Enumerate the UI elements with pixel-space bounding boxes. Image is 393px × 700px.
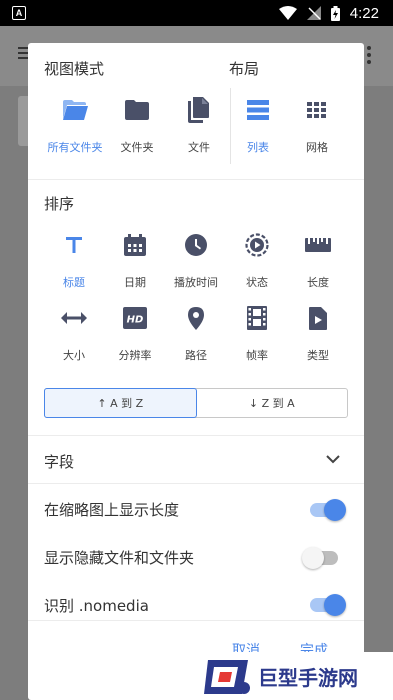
battery-charging-icon xyxy=(330,5,340,21)
show-length-switch[interactable] xyxy=(310,499,346,521)
svg-text:HD: HD xyxy=(127,315,144,326)
sort-by-play-time[interactable]: 播放时间 xyxy=(165,230,227,290)
sort-descending-button[interactable]: ↓ Z 到 A xyxy=(197,389,348,417)
view-mode-title: 视图模式 xyxy=(44,60,105,78)
sort-by-size[interactable]: 大小 xyxy=(43,303,105,363)
sort-label: 标题 xyxy=(63,276,85,289)
view-mode-folders[interactable]: 文件夹 xyxy=(106,95,168,155)
resize-icon xyxy=(61,312,87,324)
folder-open-icon xyxy=(63,100,88,120)
sort-title: 排序 xyxy=(44,195,75,213)
watermark-text: 巨型手游网 xyxy=(258,665,358,690)
folder-icon xyxy=(125,100,149,120)
clock-icon xyxy=(185,234,207,256)
divider xyxy=(28,179,364,180)
ruler-icon xyxy=(305,238,331,252)
divider xyxy=(28,620,364,621)
switch-knob xyxy=(324,594,346,616)
setting-label: 显示隐藏文件和文件夹 xyxy=(44,549,195,567)
nomedia-switch[interactable] xyxy=(310,594,346,616)
switch-knob xyxy=(302,547,324,569)
no-signal-icon xyxy=(306,6,321,20)
sort-by-title[interactable]: 标题 xyxy=(43,230,105,290)
wifi-icon xyxy=(278,6,297,20)
layout-title: 布局 xyxy=(229,60,260,78)
sort-label: 分辨率 xyxy=(118,349,152,362)
chevron-down-icon[interactable] xyxy=(326,455,340,464)
divider xyxy=(28,435,364,436)
fields-row[interactable]: 字段 xyxy=(44,451,344,472)
location-pin-icon xyxy=(188,306,204,330)
title-icon xyxy=(66,237,82,253)
play-status-icon xyxy=(245,233,269,257)
sort-label: 大小 xyxy=(63,349,85,362)
status-bar: A 4:22 xyxy=(0,0,393,26)
sort-label: 长度 xyxy=(307,276,329,289)
sort-by-type[interactable]: 类型 xyxy=(287,303,349,363)
clock-time: 4:22 xyxy=(349,4,379,22)
sort-order-toggle: ↑ A 到 Z ↓ Z 到 A xyxy=(44,388,348,418)
view-mode-label: 文件夹 xyxy=(120,141,154,154)
list-icon xyxy=(247,100,269,120)
watermark: 巨型手游网 xyxy=(200,652,393,700)
switch-knob xyxy=(324,499,346,521)
film-icon xyxy=(247,306,267,330)
app-notification-icon: A xyxy=(12,6,26,20)
sort-by-date[interactable]: 日期 xyxy=(104,230,166,290)
sort-label: 路径 xyxy=(185,349,207,362)
setting-show-hidden: 显示隐藏文件和文件夹 xyxy=(44,547,344,568)
show-hidden-switch[interactable] xyxy=(302,547,338,569)
layout-grid[interactable]: 网格 xyxy=(286,95,348,155)
layout-label: 列表 xyxy=(247,141,269,154)
file-type-icon xyxy=(309,306,327,330)
sort-ascending-button[interactable]: ↑ A 到 Z xyxy=(44,388,197,418)
setting-nomedia: 识别 .nomedia xyxy=(44,595,344,616)
sort-by-resolution[interactable]: HD 分辨率 xyxy=(104,303,166,363)
sort-by-length[interactable]: 长度 xyxy=(287,230,349,290)
view-mode-label: 所有文件夹 xyxy=(47,141,103,154)
view-mode-all-folders[interactable]: 所有文件夹 xyxy=(44,95,106,155)
sort-by-path[interactable]: 路径 xyxy=(165,303,227,363)
sort-label: 类型 xyxy=(307,349,329,362)
layout-list[interactable]: 列表 xyxy=(227,95,289,155)
layout-label: 网格 xyxy=(306,141,328,154)
sort-label: 播放时间 xyxy=(174,276,218,289)
sort-by-frame-rate[interactable]: 帧率 xyxy=(226,303,288,363)
setting-label: 在缩略图上显示长度 xyxy=(44,501,180,519)
divider xyxy=(28,483,364,484)
file-copy-icon xyxy=(188,97,209,123)
menu-icon xyxy=(18,47,28,62)
watermark-logo-icon xyxy=(204,660,250,694)
more-options-icon xyxy=(367,46,371,67)
fields-label: 字段 xyxy=(44,453,75,471)
setting-show-length: 在缩略图上显示长度 xyxy=(44,499,344,520)
hd-icon: HD xyxy=(123,307,147,329)
sort-label: 日期 xyxy=(124,276,146,289)
grid-icon xyxy=(307,102,326,118)
calendar-icon xyxy=(124,234,146,256)
view-mode-label: 文件 xyxy=(188,141,210,154)
sort-by-status[interactable]: 状态 xyxy=(226,230,288,290)
sort-label: 帧率 xyxy=(246,349,268,362)
sort-label: 状态 xyxy=(246,276,268,289)
view-options-dialog: 视图模式 布局 所有文件夹 文件夹 文件 列表 网格 排序 标题 日期 播放时间… xyxy=(28,43,364,700)
view-mode-files[interactable]: 文件 xyxy=(168,95,230,155)
setting-label: 识别 .nomedia xyxy=(44,597,149,615)
